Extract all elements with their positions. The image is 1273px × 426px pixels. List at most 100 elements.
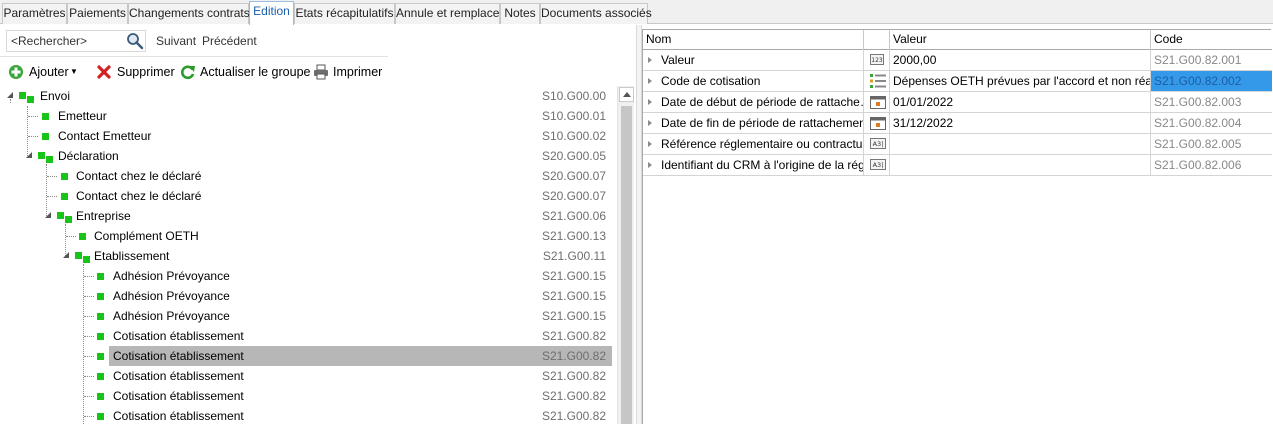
tree-node-code: S21.G00.15	[541, 309, 606, 323]
tree-node-entreprise[interactable]: Entreprise S21.G00.06	[0, 206, 612, 226]
search-input[interactable]	[7, 31, 125, 51]
property-value[interactable]: 01/01/2022	[890, 92, 1151, 112]
tree-node-emetteur[interactable]: Emetteur S10.G00.01	[0, 106, 612, 126]
group-node-icon	[46, 156, 53, 163]
grid-row-date-fin[interactable]: Date de fin de période de rattachement 3…	[643, 113, 1272, 134]
grid-header: Nom Valeur Code	[643, 30, 1272, 50]
expanded-arrow-icon[interactable]	[26, 152, 32, 158]
property-code: S21.G00.82.005	[1154, 137, 1242, 151]
tree-node-adhesion-prevoyance[interactable]: Adhésion Prévoyance S21.G00.15	[0, 306, 612, 326]
leaf-node-icon	[97, 293, 104, 300]
search-box	[6, 30, 146, 52]
grid-icon-cell	[864, 113, 890, 133]
leaf-node-icon	[97, 413, 104, 420]
tree-node-cotisation-etablissement[interactable]: Cotisation établissement S21.G00.82	[0, 406, 612, 426]
group-node-icon	[27, 96, 34, 103]
property-code: S21.G00.82.003	[1154, 95, 1242, 109]
expanded-arrow-icon[interactable]	[45, 212, 51, 218]
property-value[interactable]: 31/12/2022	[890, 113, 1151, 133]
tree-node-cotisation-etablissement[interactable]: Cotisation établissement S21.G00.82	[0, 326, 612, 346]
tree-scrollbar[interactable]	[617, 86, 634, 424]
print-button[interactable]: Imprimer	[313, 62, 387, 82]
column-header-name[interactable]: Nom	[643, 30, 864, 50]
tree-node-cotisation-etablissement[interactable]: Cotisation établissement S21.G00.82	[0, 366, 612, 386]
expand-arrow-icon[interactable]	[648, 99, 652, 105]
delete-button[interactable]: Supprimer	[96, 62, 176, 82]
tree-node-label: Emetteur	[58, 109, 107, 123]
tree-node-label: Adhésion Prévoyance	[113, 289, 230, 303]
expanded-arrow-icon[interactable]	[7, 92, 13, 98]
tree-node-label: Cotisation établissement	[113, 349, 244, 363]
tab-parametres[interactable]: Paramètres	[2, 3, 67, 24]
expand-arrow-icon[interactable]	[648, 78, 652, 84]
tree-node-envoi[interactable]: Envoi S10.G00.00	[0, 86, 612, 106]
tree-node-declaration[interactable]: Déclaration S20.G00.05	[0, 146, 612, 166]
tree-node-adhesion-prevoyance[interactable]: Adhésion Prévoyance S21.G00.15	[0, 266, 612, 286]
numeric-icon: 123	[870, 54, 884, 65]
expand-arrow-icon[interactable]	[648, 120, 652, 126]
property-value[interactable]: Dépenses OETH prévues par l'accord et no…	[890, 71, 1151, 91]
tree-node-cotisation-etablissement-selected[interactable]: Cotisation établissement S21.G00.82	[0, 346, 612, 366]
expand-arrow-icon[interactable]	[648, 57, 652, 63]
add-button[interactable]: Ajouter ▼	[8, 62, 80, 82]
add-button-label: Ajouter	[29, 65, 69, 79]
property-name: Référence réglementaire ou contractue…	[661, 137, 864, 151]
property-grid: Nom Valeur Code Valeur 123 2000,00 S21.G…	[642, 29, 1272, 424]
toolbar: Ajouter ▼ Supprimer Actualiser le groupe…	[0, 62, 400, 84]
expand-arrow-icon[interactable]	[648, 162, 652, 168]
grid-icon-cell: A3|	[864, 155, 890, 175]
grid-row-reference-reglementaire[interactable]: Référence réglementaire ou contractue… A…	[643, 134, 1272, 155]
tree-node-label: Complément OETH	[94, 229, 199, 243]
leaf-node-icon	[61, 173, 68, 180]
tab-documents-associes[interactable]: Documents associés	[540, 3, 652, 24]
tree-node-code: S21.G00.82	[541, 349, 606, 363]
tree-node-contact-emetteur[interactable]: Contact Emetteur S10.G00.02	[0, 126, 612, 146]
tab-notes[interactable]: Notes	[500, 3, 540, 24]
previous-link[interactable]: Précédent	[202, 34, 257, 48]
grid-row-identifiant-crm[interactable]: Identifiant du CRM à l'origine de la rég…	[643, 155, 1272, 176]
tree-node-cotisation-etablissement[interactable]: Cotisation établissement S21.G00.82	[0, 386, 612, 406]
tab-changements-contrats[interactable]: Changements contrats	[128, 3, 250, 24]
tree-node-contact-declare[interactable]: Contact chez le déclaré S20.G00.07	[0, 166, 612, 186]
property-value[interactable]	[890, 155, 1151, 175]
delete-button-label: Supprimer	[117, 65, 175, 79]
tree-node-code: S10.G00.00	[541, 89, 606, 103]
tree-node-label: Contact chez le déclaré	[76, 189, 202, 203]
expand-arrow-icon[interactable]	[648, 141, 652, 147]
tab-etats-recapitulatifs[interactable]: Etats récapitulatifs	[294, 3, 395, 24]
grid-name-cell: Date de fin de période de rattachement	[643, 113, 864, 133]
tree-node-contact-declare[interactable]: Contact chez le déclaré S20.G00.07	[0, 186, 612, 206]
grid-row-date-debut[interactable]: Date de début de période de rattache… 01…	[643, 92, 1272, 113]
scroll-up-icon[interactable]	[619, 87, 634, 102]
grid-row-code-de-cotisation[interactable]: Code de cotisation Dépenses OETH prévues…	[643, 71, 1272, 92]
tree-node-label: Cotisation établissement	[113, 409, 244, 423]
refresh-group-label: Actualiser le groupe	[200, 65, 311, 79]
grid-name-cell: Valeur	[643, 50, 864, 70]
refresh-group-button[interactable]: Actualiser le groupe	[180, 62, 311, 82]
grid-name-cell: Référence réglementaire ou contractue…	[643, 134, 864, 154]
tree-node-complement-oeth[interactable]: Complément OETH S21.G00.13	[0, 226, 612, 246]
tab-annule-et-remplace[interactable]: Annule et remplace	[395, 3, 500, 24]
tab-edition[interactable]: Edition	[249, 1, 294, 25]
tree-node-code: S21.G00.13	[541, 229, 606, 243]
tab-paiements[interactable]: Paiements	[67, 3, 128, 24]
property-value[interactable]: 2000,00	[890, 50, 1151, 70]
tree-node-code: S10.G00.01	[541, 109, 606, 123]
property-name: Code de cotisation	[661, 74, 761, 88]
calendar-icon	[870, 96, 886, 109]
column-header-value[interactable]: Valeur	[890, 30, 1151, 50]
search-icon[interactable]	[126, 32, 144, 50]
grid-row-valeur[interactable]: Valeur 123 2000,00 S21.G00.82.001	[643, 50, 1272, 71]
scroll-thumb[interactable]	[621, 106, 632, 424]
tree-node-label: Etablissement	[94, 249, 170, 263]
property-value[interactable]	[890, 134, 1151, 154]
tree-node-etablissement[interactable]: Etablissement S21.G00.11	[0, 246, 612, 266]
grid-name-cell: Identifiant du CRM à l'origine de la rég…	[643, 155, 864, 175]
expanded-arrow-icon[interactable]	[63, 252, 69, 258]
next-link[interactable]: Suivant	[156, 34, 196, 48]
tree-node-adhesion-prevoyance[interactable]: Adhésion Prévoyance S21.G00.15	[0, 286, 612, 306]
tree-node-code: S21.G00.15	[541, 269, 606, 283]
column-header-code[interactable]: Code	[1151, 30, 1272, 50]
group-node-icon	[57, 212, 64, 219]
tree-node-label: Entreprise	[76, 209, 131, 223]
